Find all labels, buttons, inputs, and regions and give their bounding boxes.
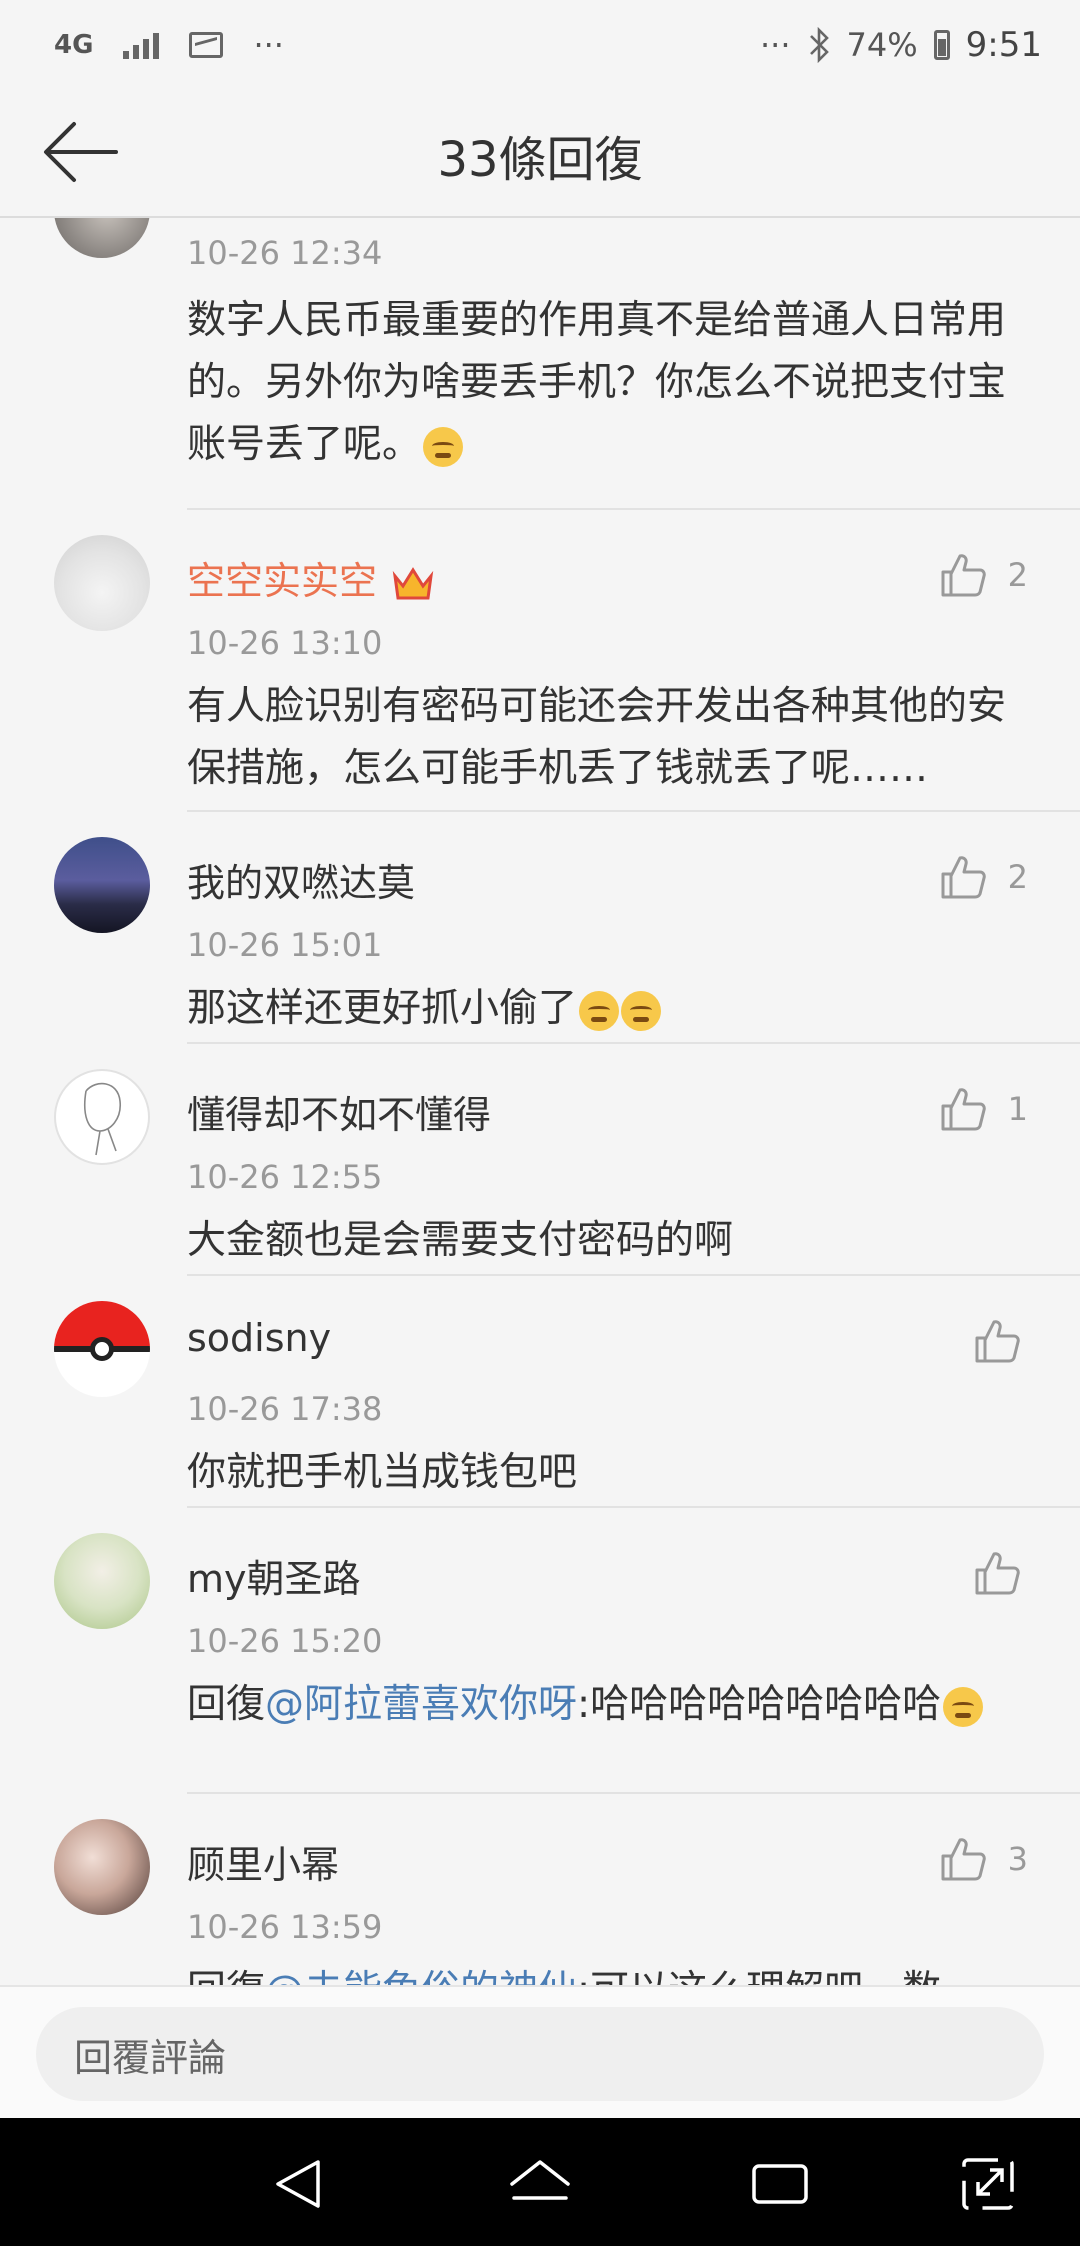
avatar[interactable] <box>54 218 150 258</box>
sweat-emoji-icon <box>423 426 464 467</box>
gallery-notification-icon <box>189 32 224 58</box>
comment-text: 回復@未能免俗的神仙:可以这么理解吧，数 <box>187 1960 1037 1985</box>
comment-time: 10-26 13:59 <box>187 1908 383 1946</box>
comment-text: 有人脸识别有密码可能还会开发出各种其他的安保措施，怎么可能手机丢了钱就丢了呢…… <box>187 684 1007 791</box>
vip-crown-icon <box>392 566 434 599</box>
like-button[interactable]: 1 <box>940 1086 1028 1132</box>
comment-text: 大金额也是会需要支付密码的啊 <box>187 1218 734 1263</box>
comment-time: 10-26 15:01 <box>187 926 383 964</box>
network-type: 4G <box>54 30 94 60</box>
comment-author[interactable]: 空空实实空 <box>187 550 435 605</box>
like-button[interactable]: 2 <box>940 854 1028 900</box>
comment-text: 你就把手机当成钱包吧 <box>187 1450 578 1495</box>
comment-time: 10-26 17:38 <box>187 1390 383 1428</box>
comment-author[interactable]: my朝圣路 <box>187 1548 361 1603</box>
like-count: 2 <box>1007 858 1028 896</box>
comment-time: 10-26 15:20 <box>187 1622 383 1660</box>
thumbs-up-icon <box>975 1552 1020 1595</box>
comment-item: 懂得却不如不懂得 10-26 12:55 大金额也是会需要支付密码的啊 1 <box>0 1044 1080 1276</box>
thumbs-up-icon <box>941 1838 986 1881</box>
navigation-bar <box>0 2118 1080 2246</box>
pokeball-center-icon <box>90 1337 114 1361</box>
nav-recents-icon[interactable] <box>748 2154 812 2214</box>
comment-item: 顾里小幂 10-26 13:59 回復@未能免俗的神仙:可以这么理解吧，数 3 <box>0 1794 1080 1985</box>
battery-percent: 74% <box>846 26 918 64</box>
status-bar: 4G ··· ··· 74% 9:51 <box>0 0 1080 90</box>
page-title: 33條回復 <box>437 132 643 188</box>
like-button[interactable] <box>974 1550 1020 1596</box>
comment-item: 我的双嘫达莫 10-26 15:01 那这样还更好抓小偷了 2 <box>0 812 1080 1044</box>
comment-item: sodisny 10-26 17:38 你就把手机当成钱包吧 <box>0 1276 1080 1508</box>
comment-time: 10-26 13:10 <box>187 624 383 662</box>
comment-author[interactable]: 我的双嘫达莫 <box>187 852 415 907</box>
comment-author[interactable]: 懂得却不如不懂得 <box>187 1084 491 1139</box>
comment-time: 10-26 12:34 <box>187 234 383 272</box>
nav-back-icon[interactable] <box>268 2154 332 2214</box>
bluetooth-icon <box>809 27 829 63</box>
avatar[interactable] <box>54 535 150 631</box>
like-count: 1 <box>1007 1090 1028 1128</box>
battery-icon <box>933 30 950 60</box>
comment-author[interactable]: sodisny <box>187 1316 331 1360</box>
avatar[interactable] <box>54 1533 150 1629</box>
more-status-icon: ··· <box>760 26 791 64</box>
thumbs-up-icon <box>975 1320 1020 1363</box>
more-notifications-icon: ··· <box>253 26 284 64</box>
mention-link[interactable]: @未能免俗的神仙 <box>265 1968 577 1985</box>
thumbs-up-icon <box>941 554 986 597</box>
comment-text: 回復@阿拉蕾喜欢你呀:哈哈哈哈哈哈哈哈哈 <box>187 1674 1037 1736</box>
like-button[interactable] <box>974 1318 1020 1364</box>
like-button[interactable]: 3 <box>940 1836 1028 1882</box>
comment-text: 那这样还更好抓小偷了 <box>187 978 1037 1040</box>
thumbs-up-icon <box>941 1088 986 1131</box>
mention-link[interactable]: @阿拉蕾喜欢你呀 <box>265 1682 577 1727</box>
sketch-avatar-icon <box>84 1082 121 1156</box>
like-count: 3 <box>1007 1840 1028 1878</box>
comment-time: 10-26 12:55 <box>187 1158 383 1196</box>
nav-home-icon[interactable] <box>508 2154 572 2214</box>
laugh-cry-emoji-icon <box>579 990 620 1031</box>
avatar[interactable] <box>54 1819 150 1915</box>
comment-item: 10-26 12:34 数字人民币最重要的作用真不是给普通人日常用的。另外你为啥… <box>0 218 1080 510</box>
reply-bar: 回覆評論 <box>0 1985 1080 2118</box>
like-count: 2 <box>1007 556 1028 594</box>
avatar[interactable] <box>54 1301 150 1397</box>
comment-list[interactable]: 10-26 12:34 数字人民币最重要的作用真不是给普通人日常用的。另外你为啥… <box>0 218 1080 1985</box>
comment-text: 数字人民币最重要的作用真不是给普通人日常用的。另外你为啥要丢手机？你怎么不说把支… <box>187 298 1007 467</box>
reply-input[interactable]: 回覆評論 <box>36 2007 1044 2101</box>
like-button[interactable]: 2 <box>940 552 1028 598</box>
comment-item: my朝圣路 10-26 15:20 回復@阿拉蕾喜欢你呀:哈哈哈哈哈哈哈哈哈 <box>0 1508 1080 1794</box>
nav-expand-icon[interactable] <box>958 2154 1022 2214</box>
avatar[interactable] <box>54 1069 150 1165</box>
clock: 9:51 <box>965 25 1042 65</box>
header: 33條回復 <box>0 90 1080 218</box>
comment-author[interactable]: 顾里小幂 <box>187 1834 339 1889</box>
laugh-emoji-icon <box>943 1686 984 1727</box>
avatar[interactable] <box>54 837 150 933</box>
laugh-cry-emoji-icon <box>621 990 662 1031</box>
thumbs-up-icon <box>941 856 986 899</box>
signal-icon <box>123 31 160 59</box>
comment-item: 空空实实空 10-26 13:10 有人脸识别有密码可能还会开发出各种其他的安保… <box>0 510 1080 812</box>
